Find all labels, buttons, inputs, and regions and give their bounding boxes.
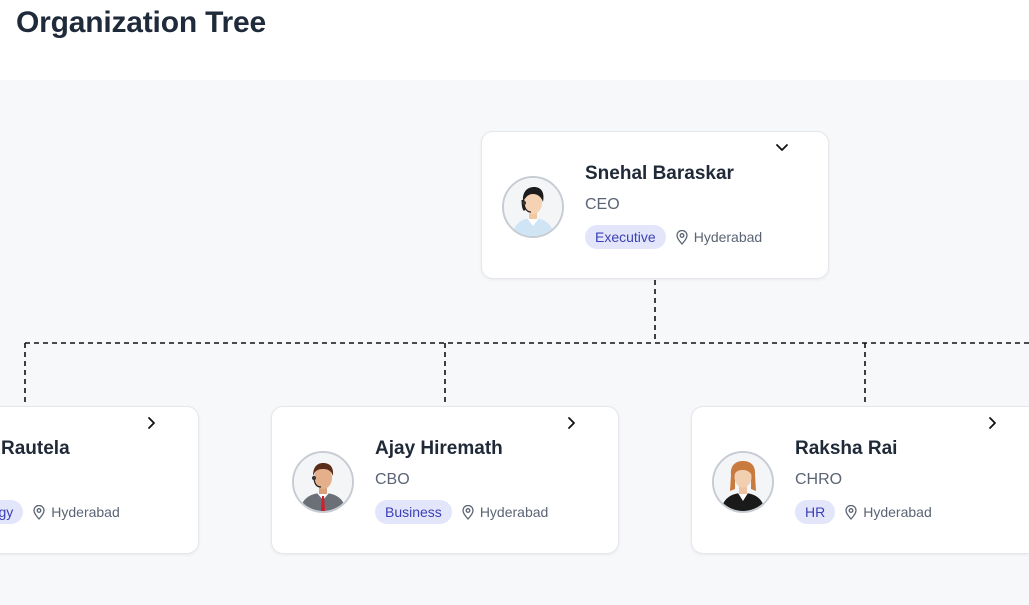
male-headset-avatar bbox=[294, 453, 352, 511]
location: Hyderabad bbox=[33, 504, 120, 520]
employee-meta: nology Hyderabad bbox=[0, 500, 120, 524]
employee-name[interactable]: Snehal Baraskar bbox=[585, 163, 734, 185]
department-badge: Business bbox=[375, 500, 452, 524]
map-pin-icon bbox=[676, 229, 688, 245]
employee-role: CEO bbox=[585, 196, 620, 213]
map-pin-icon bbox=[462, 504, 474, 520]
employee-meta: Executive Hyderabad bbox=[585, 225, 762, 249]
org-card-rautela[interactable]: Rautela nology Hyderabad bbox=[0, 406, 199, 554]
avatar bbox=[292, 451, 354, 513]
location-text: Hyderabad bbox=[51, 504, 120, 520]
female-headset-avatar bbox=[504, 178, 562, 236]
department-badge: Executive bbox=[585, 225, 666, 249]
location-text: Hyderabad bbox=[863, 504, 932, 520]
page-title: Organization Tree bbox=[16, 6, 266, 39]
org-card-raksha[interactable]: Raksha Rai CHRO HR Hyderabad bbox=[691, 406, 1029, 554]
employee-role: CBO bbox=[375, 471, 410, 488]
org-card-ajay[interactable]: Ajay Hiremath CBO Business Hyderabad bbox=[271, 406, 619, 554]
employee-role: CHRO bbox=[795, 471, 843, 488]
map-pin-icon bbox=[33, 504, 45, 520]
department-badge: nology bbox=[0, 500, 24, 524]
chevron-right-icon[interactable] bbox=[142, 413, 162, 433]
location: Hyderabad bbox=[462, 504, 549, 520]
avatar bbox=[502, 176, 564, 238]
employee-meta: Business Hyderabad bbox=[375, 500, 548, 524]
chevron-down-icon[interactable] bbox=[772, 138, 792, 158]
location-text: Hyderabad bbox=[693, 229, 763, 245]
org-tree-canvas[interactable]: Snehal Baraskar CEO Executive Hyderabad … bbox=[0, 80, 1029, 605]
employee-name[interactable]: Rautela bbox=[1, 438, 70, 460]
employee-name[interactable]: Ajay Hiremath bbox=[375, 438, 503, 460]
map-pin-icon bbox=[845, 504, 857, 520]
employee-name[interactable]: Raksha Rai bbox=[795, 438, 897, 460]
chevron-right-icon[interactable] bbox=[562, 413, 582, 433]
employee-meta: HR Hyderabad bbox=[795, 500, 932, 524]
department-badge: HR bbox=[795, 500, 836, 524]
chevron-right-icon[interactable] bbox=[983, 413, 1003, 433]
org-card-root[interactable]: Snehal Baraskar CEO Executive Hyderabad bbox=[481, 131, 829, 279]
location: Hyderabad bbox=[676, 229, 763, 245]
female-suit-avatar bbox=[714, 453, 772, 511]
avatar bbox=[712, 451, 774, 513]
location: Hyderabad bbox=[845, 504, 932, 520]
location-text: Hyderabad bbox=[479, 504, 549, 520]
